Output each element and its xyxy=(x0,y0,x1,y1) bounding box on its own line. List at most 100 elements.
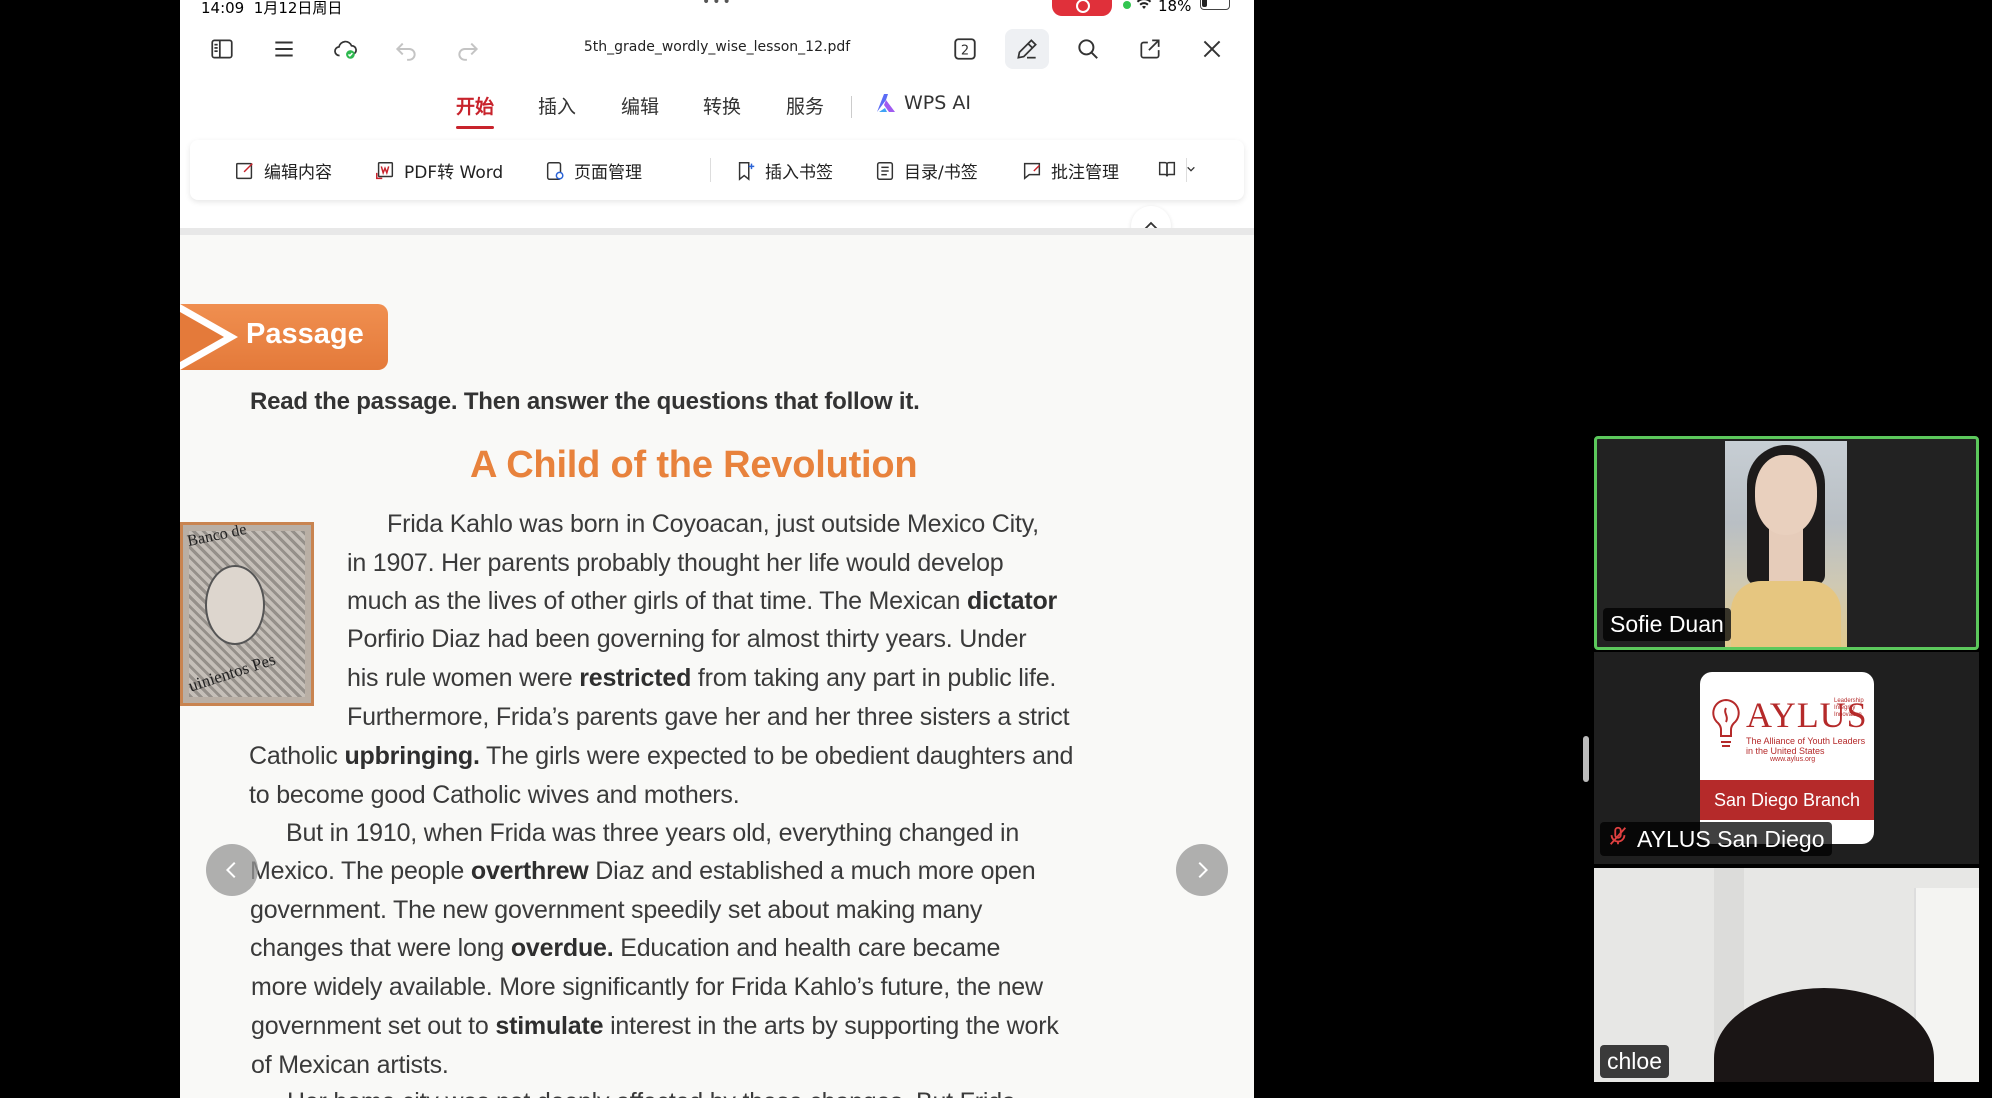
screen-record-indicator-icon[interactable] xyxy=(1052,0,1112,16)
search-icon[interactable] xyxy=(1068,26,1108,72)
passage-text: interest in the arts by supporting the w… xyxy=(603,1012,1059,1040)
toc-bookmark-button[interactable]: 目录/书签 xyxy=(874,158,978,183)
passage-line: changes that were long overdue. Educatio… xyxy=(250,934,1000,963)
multitask-dots-icon[interactable]: ••• xyxy=(702,0,733,10)
tab-convert[interactable]: 转换 xyxy=(703,92,741,119)
pdf-to-word-label: PDF转 Word xyxy=(404,163,504,183)
insert-bookmark-button[interactable]: 插入书签 xyxy=(735,158,833,183)
next-page-chevron-right-icon[interactable] xyxy=(1176,844,1228,896)
close-icon[interactable] xyxy=(1192,26,1232,72)
wps-ai-label: WPS AI xyxy=(904,92,971,114)
tab-service[interactable]: 服务 xyxy=(786,92,824,119)
passage-text: Furthermore, Frida’s parents gave her an… xyxy=(347,703,1070,731)
stamp-portrait xyxy=(205,565,265,645)
aylus-branch: San Diego Branch xyxy=(1700,780,1874,820)
tab-insert[interactable]: 插入 xyxy=(538,92,576,119)
pdf-to-word-button[interactable]: PDF转 Word xyxy=(374,158,503,183)
tab-wps-ai[interactable]: WPS AI xyxy=(874,92,971,114)
toc-bookmark-label: 目录/书签 xyxy=(904,163,978,183)
previous-page-chevron-left-icon[interactable] xyxy=(206,844,258,896)
passage-text: to become good Catholic wives and mother… xyxy=(249,781,740,809)
participant-tile-sofie[interactable]: Sofie Duan xyxy=(1594,436,1979,650)
battery-percent: 18% xyxy=(1158,0,1192,15)
gallery-scroll-handle[interactable] xyxy=(1583,736,1589,782)
aylus-logo: AYLUS Leadership Integrity Innovation Th… xyxy=(1700,672,1874,844)
vocabulary-word: overdue. xyxy=(510,934,614,962)
shared-screen: 14:09 1月12日周日 ••• 18% 5th_grade_wordly_w… xyxy=(180,0,1254,1098)
ribbon-tabs: 开始 插入 编辑 转换 服务 WPS AI xyxy=(180,88,1254,129)
tab-start[interactable]: 开始 xyxy=(456,92,495,129)
page-count-icon[interactable]: 2 xyxy=(945,26,985,72)
reading-mode-dropdown[interactable] xyxy=(1156,158,1196,180)
vocabulary-word: dictator xyxy=(966,587,1058,615)
pdf-top-toolbar: 5th_grade_wordly_wise_lesson_12.pdf 2 xyxy=(180,26,1254,72)
wps-ai-logo-icon xyxy=(877,94,895,112)
passage-text: his rule women were xyxy=(347,664,580,692)
ribbon-toolbar: 编辑内容 PDF转 Word 页面管理 插入书签 目录/书签 批注管理 xyxy=(190,140,1244,200)
passage-line: Mexico. The people overthrew Diaz and es… xyxy=(250,857,1036,886)
passage-title: A Child of the Revolution xyxy=(470,444,918,486)
insert-bookmark-label: 插入书签 xyxy=(765,163,833,183)
passage-text: Her home city was not deeply affected by… xyxy=(287,1088,1016,1098)
participant-tile-chloe[interactable]: chloe xyxy=(1594,868,1979,1082)
passage-line: Frida Kahlo was born in Coyoacan, just o… xyxy=(387,510,1039,539)
passage-text: in 1907. Her parents probably thought he… xyxy=(347,549,1004,577)
edit-content-label: 编辑内容 xyxy=(264,163,332,183)
passage-line: more widely available. More significantl… xyxy=(251,973,1043,1002)
passage-line: his rule women were restricted from taki… xyxy=(347,664,1056,693)
passage-text: Porfirio Diaz had been governing for alm… xyxy=(347,625,1027,653)
ios-status-bar: 14:09 1月12日周日 ••• 18% xyxy=(180,0,1254,17)
video-face xyxy=(1755,455,1817,535)
passage-banner: Passage xyxy=(180,304,388,370)
vocabulary-word: upbringing. xyxy=(344,742,480,770)
annotation-manage-icon xyxy=(1023,162,1041,180)
page-manage-button[interactable]: 页面管理 xyxy=(544,158,642,183)
participant-video xyxy=(1725,441,1847,647)
edit-content-button[interactable]: 编辑内容 xyxy=(234,158,332,183)
participant-name: AYLUS San Diego xyxy=(1637,825,1825,852)
wifi-icon xyxy=(1136,0,1152,14)
video-body xyxy=(1731,581,1841,647)
vocabulary-word: stimulate xyxy=(495,1012,604,1040)
annotation-manage-button[interactable]: 批注管理 xyxy=(1021,158,1119,183)
participant-name-tag: chloe xyxy=(1600,1045,1669,1078)
pdf-to-word-icon xyxy=(376,161,394,179)
passage-text: Frida Kahlo was born in Coyoacan, just o… xyxy=(387,510,1039,538)
aylus-url: www.aylus.org xyxy=(1770,756,1816,763)
passage-label: Passage xyxy=(246,318,364,350)
video-head xyxy=(1714,988,1934,1082)
participant-name: Sofie Duan xyxy=(1610,611,1724,637)
aylus-tagline: Leadership Integrity Innovation xyxy=(1834,698,1864,718)
instruction-text: Read the passage. Then answer the questi… xyxy=(250,388,920,415)
video-neck xyxy=(1769,527,1803,587)
participant-name-tag: Sofie Duan xyxy=(1603,608,1731,641)
microphone-muted-icon xyxy=(1607,825,1629,853)
share-icon[interactable] xyxy=(1130,26,1170,72)
participant-name-tag: AYLUS San Diego xyxy=(1600,822,1832,856)
passage-text: Mexico. The people xyxy=(250,857,471,885)
aylus-subtitle: The Alliance of Youth Leaders in the Uni… xyxy=(1746,736,1866,756)
insert-bookmark-icon xyxy=(738,161,755,181)
passage-line: government set out to stimulate interest… xyxy=(251,1012,1059,1041)
passage-text: Diaz and established a much more open xyxy=(588,857,1036,885)
passage-text: government set out to xyxy=(251,1012,496,1040)
passage-text: from taking any part in public life. xyxy=(691,664,1057,692)
passage-line: to become good Catholic wives and mother… xyxy=(249,781,740,810)
participant-tile-aylus[interactable]: AYLUS Leadership Integrity Innovation Th… xyxy=(1594,652,1979,864)
passage-text: more widely available. More significantl… xyxy=(251,973,1043,1001)
book-icon xyxy=(1158,161,1176,177)
pen-annotate-icon[interactable] xyxy=(1005,29,1049,69)
page-manage-label: 页面管理 xyxy=(574,163,642,183)
passage-line: But in 1910, when Frida was three years … xyxy=(286,819,1019,848)
annotation-manage-label: 批注管理 xyxy=(1051,163,1119,183)
passage-text: Education and health care became xyxy=(613,934,1001,962)
battery-icon xyxy=(1200,0,1230,10)
passage-line: in 1907. Her parents probably thought he… xyxy=(347,549,1004,578)
passage-line: of Mexican artists. xyxy=(251,1051,449,1080)
passage-text: much as the lives of other girls of that… xyxy=(347,587,967,615)
edit-content-icon xyxy=(236,162,253,179)
passage-line: much as the lives of other girls of that… xyxy=(347,587,1057,616)
passage-text: The girls were expected to be obedient d… xyxy=(479,742,1074,770)
tab-edit[interactable]: 编辑 xyxy=(621,92,659,119)
passage-line: government. The new government speedily … xyxy=(250,896,982,925)
